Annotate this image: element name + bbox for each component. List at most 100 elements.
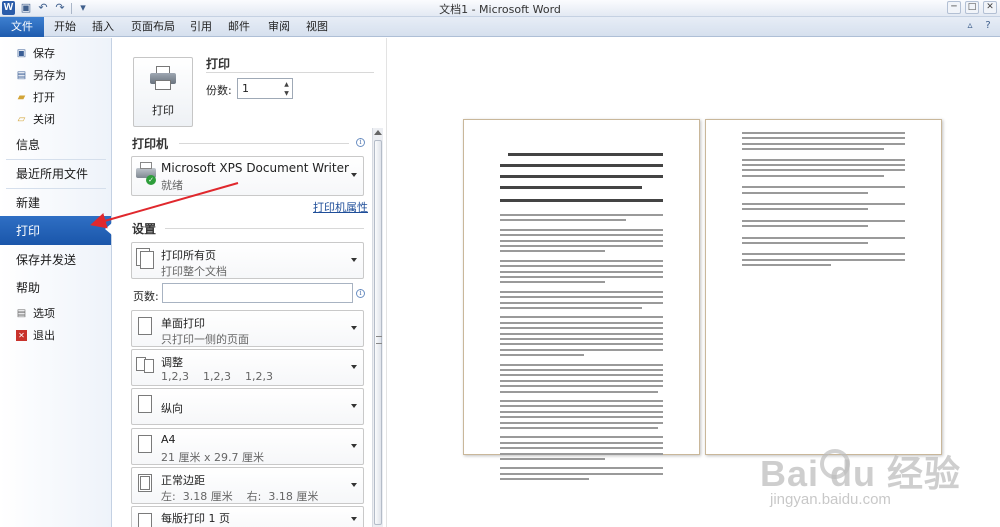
chevron-down-icon [351,325,357,330]
print-range-title: 打印所有页 [161,249,216,262]
printer-dropdown[interactable]: ✓ Microsoft XPS Document Writer 就绪 [131,156,364,196]
paper-size-sub: 21 厘米 x 29.7 厘米 [161,451,264,464]
preview-text-line [500,343,663,346]
preview-text-line [500,219,626,222]
preview-text-line [500,369,663,371]
collate-sub: 1,2,3 1,2,3 1,2,3 [161,370,273,383]
print-range-dropdown[interactable]: 打印所有页 打印整个文档 [131,242,364,279]
help-icon[interactable]: ? [982,20,994,32]
minimize-button[interactable]: ─ [947,1,961,14]
nav-save-as[interactable]: ▤ 另存为 [0,65,111,85]
print-settings-panel: 打印 打印 份数: 1 ▲ ▼ 打印机 i ✓ Microsoft XPS Do… [113,38,385,527]
sides-dropdown[interactable]: 单面打印 只打印一侧的页面 [131,310,364,347]
nav-save-send[interactable]: 保存并发送 [0,246,111,273]
preview-text-line [500,301,663,304]
preview-page-1 [463,119,700,481]
preview-text-line [742,253,905,256]
print-heading: 打印 [206,57,231,71]
chevron-down-icon [351,517,357,521]
preview-text-line [742,264,831,267]
printer-icon [150,66,176,90]
window-controls: ─ □ ✕ [947,1,997,14]
preview-text-line [500,354,584,357]
chevron-down-icon [351,364,357,369]
nav-save-as-label: 另存为 [33,69,66,82]
nav-close[interactable]: ▱ 关闭 [0,109,111,129]
scroll-thumb[interactable] [374,140,382,525]
preview-text-line [500,436,663,439]
orientation-title: 纵向 [161,402,183,415]
preview-text-line [742,219,905,222]
preview-text-line [500,259,663,262]
collate-dropdown[interactable]: 调整 1,2,3 1,2,3 1,2,3 [131,349,364,386]
preview-text-line [500,281,605,284]
window-title: 文档1 - Microsoft Word [439,3,561,16]
preview-text-line [500,270,663,273]
preview-text-line [742,236,905,239]
print-button[interactable]: 打印 [133,57,193,127]
tab-home[interactable]: 开始 [50,17,80,37]
copies-down-icon[interactable]: ▼ [282,89,291,98]
nav-print-label: 打印 [16,224,41,238]
preview-text-line [500,467,663,470]
margins-dropdown[interactable]: 正常边距 左: 3.18 厘米 右: 3.18 厘米 [131,467,364,504]
tab-references[interactable]: 引用 [186,17,216,37]
tab-view[interactable]: 视图 [302,17,332,37]
info-icon[interactable]: i [356,289,365,298]
preview-text-line [500,245,663,247]
copies-input[interactable]: 1 ▲ ▼ [237,78,293,99]
close-button[interactable]: ✕ [983,1,997,14]
tab-mailings[interactable]: 邮件 [224,17,254,37]
preview-text-line [500,416,663,419]
minimize-ribbon-icon[interactable]: ▵ [964,20,976,32]
preview-text-line [500,410,663,413]
printer-name: Microsoft XPS Document Writer [161,161,349,175]
chevron-down-icon [351,257,357,262]
preview-text-line [742,191,868,194]
tab-file[interactable]: 文件 [0,17,44,37]
preview-text-line [500,175,663,178]
preview-text-line [500,228,663,231]
preview-text-line [500,379,663,382]
title-bar: W ▣ ↶ ↷ ▾ 文档1 - Microsoft Word ─ □ ✕ [0,0,1000,17]
settings-scrollbar[interactable] [372,128,383,527]
tab-review[interactable]: 审阅 [264,17,294,37]
preview-text-line [742,169,905,172]
nav-recent[interactable]: 最近所用文件 [0,160,111,187]
preview-text-line [500,296,663,299]
print-range-sub: 打印整个文档 [161,265,227,278]
orientation-dropdown[interactable]: 纵向 [131,388,364,425]
sides-title: 单面打印 [161,317,205,330]
nav-open[interactable]: ▰ 打开 [0,87,111,107]
scroll-up-icon[interactable] [374,130,382,135]
nav-save[interactable]: ▣ 保存 [0,43,111,63]
pages-input[interactable] [162,283,353,303]
collate-icon [136,355,156,377]
nav-options[interactable]: ▤ 选项 [0,303,111,323]
baidu-watermark: Bai du 经验 jingyan.baidu.com [760,445,992,515]
nav-new[interactable]: 新建 [0,189,111,216]
tab-page-layout[interactable]: 页面布局 [128,17,178,37]
nav-print[interactable]: 打印 [0,216,112,245]
nav-open-label: 打开 [33,91,55,104]
preview-text-line [500,452,663,455]
tab-insert[interactable]: 插入 [88,17,118,37]
pages-per-sheet-dropdown[interactable]: 每版打印 1 页 [131,506,364,527]
pages-per-sheet-title: 每版打印 1 页 [161,512,230,525]
nav-help[interactable]: 帮助 [0,274,111,301]
preview-text-line [500,276,663,278]
sides-sub: 只打印一侧的页面 [161,333,249,346]
paper-size-icon [136,434,156,456]
nav-info[interactable]: 信息 [0,131,111,158]
preview-text-line [742,225,868,228]
printer-properties-link[interactable]: 打印机属性 [313,199,368,215]
nav-new-label: 新建 [16,196,41,210]
chevron-down-icon [351,403,357,408]
copies-up-icon[interactable]: ▲ [282,80,291,89]
maximize-button[interactable]: □ [965,1,979,14]
info-icon[interactable]: i [356,138,365,147]
nav-info-label: 信息 [16,138,41,152]
nav-exit[interactable]: ✕ 退出 [0,325,111,345]
copies-value: 1 [242,82,249,95]
paper-size-dropdown[interactable]: A4 21 厘米 x 29.7 厘米 [131,428,364,465]
